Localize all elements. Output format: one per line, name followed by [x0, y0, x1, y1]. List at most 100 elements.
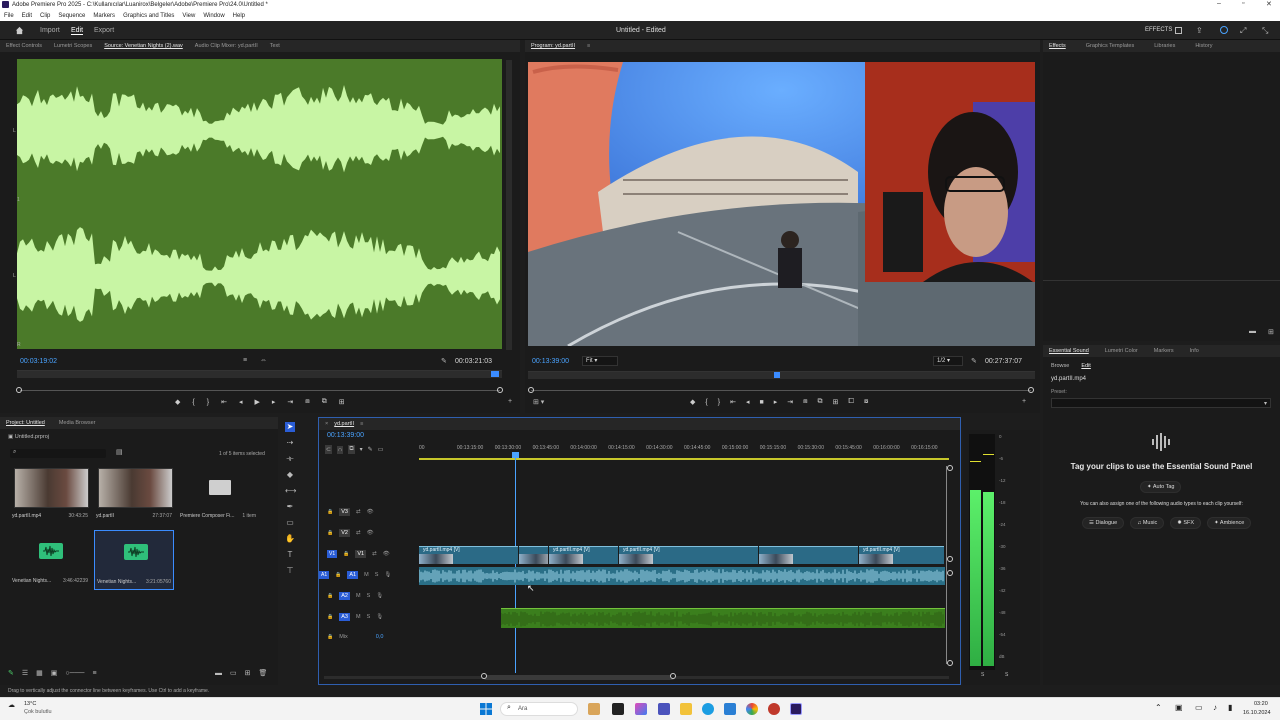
hand-tool-icon[interactable]: ✋ — [285, 534, 295, 544]
menu-help[interactable]: Help — [233, 13, 245, 19]
comparison-view-icon[interactable]: ⧠ — [848, 398, 854, 406]
video-clip[interactable] — [519, 546, 548, 564]
new-item-project-icon[interactable]: ⊞ — [245, 669, 251, 677]
vertical-zoom-audio-handle[interactable] — [947, 570, 953, 576]
maximize-icon[interactable]: ▫ — [1242, 0, 1244, 7]
tab-libraries[interactable]: Libraries — [1154, 43, 1175, 49]
track-visibility-icon[interactable]: 👁 — [367, 530, 374, 536]
export-frame-icon[interactable]: ⊞ — [339, 398, 345, 406]
timeline-ruler[interactable]: 00 00:13:15:00 00:13:30:00 00:13:45:00 00:14… — [419, 445, 949, 459]
track-label[interactable]: A3 — [339, 613, 350, 621]
tab-markers[interactable]: Markers — [1154, 348, 1174, 354]
video-clip[interactable] — [759, 546, 858, 564]
lift-icon[interactable]: ⧈ — [803, 398, 807, 406]
source-playhead[interactable] — [491, 371, 499, 377]
project-item[interactable]: yd.partII 27:37:07 — [94, 465, 174, 525]
menu-file[interactable]: File — [4, 13, 14, 19]
program-timecode[interactable]: 00:13:39:00 — [532, 358, 569, 365]
go-to-in-icon[interactable]: ⇤ — [221, 398, 227, 406]
captions-tool-icon[interactable]: ⊤ — [285, 566, 295, 576]
source-zoom-right-handle[interactable] — [497, 387, 503, 393]
fullscreen-icon[interactable]: ⤡ — [1262, 26, 1268, 36]
sequence-menu-icon[interactable]: ≡ — [360, 421, 363, 427]
program-resolution-dropdown[interactable]: 1/2 ▾ — [933, 356, 963, 366]
go-to-out-icon[interactable]: ⇥ — [287, 398, 293, 406]
horizontal-scroll-thumb[interactable] — [484, 675, 674, 680]
minimize-icon[interactable]: – — [1217, 0, 1221, 7]
program-wrench-icon[interactable]: ✎ — [971, 357, 977, 365]
track-lock-icon[interactable]: 🔒 — [327, 509, 333, 515]
mute-button[interactable]: M — [356, 593, 361, 599]
tab-info[interactable]: Info — [1190, 348, 1199, 354]
program-mark-in-icon[interactable]: { — [705, 399, 707, 406]
program-zoom-bar[interactable] — [531, 390, 1031, 391]
program-go-to-in-icon[interactable]: ⇤ — [730, 398, 736, 406]
track-visibility-icon[interactable]: 👁 — [383, 551, 390, 557]
program-marker-icon[interactable]: ◆ — [690, 398, 695, 406]
copilot-icon[interactable] — [635, 703, 647, 715]
auto-tag-button[interactable]: ✦ Auto Tag — [1140, 481, 1182, 493]
menu-edit[interactable]: Edit — [22, 13, 32, 19]
icon-view-icon[interactable]: ▦ — [36, 669, 43, 677]
selection-tool-icon[interactable]: ➤ — [285, 422, 295, 432]
ripple-edit-tool-icon[interactable]: ⟛ — [285, 454, 295, 464]
ambience-button[interactable]: ✦ Ambience — [1207, 517, 1252, 529]
audio-waveform-display[interactable] — [17, 59, 502, 349]
panel-layout-icon[interactable] — [1175, 27, 1182, 34]
wrench-icon[interactable]: ✎ — [441, 357, 447, 365]
maximize-panel-icon[interactable]: ⤢ — [1240, 26, 1246, 36]
play-icon[interactable]: ▶ — [254, 398, 259, 406]
vertical-zoom-bottom-handle[interactable] — [947, 660, 953, 666]
share-icon[interactable]: ⇪ — [1196, 26, 1203, 35]
source-patch-v1[interactable]: V1 — [327, 550, 338, 558]
tray-chevron-icon[interactable]: ⌃ — [1155, 703, 1162, 712]
home-icon[interactable] — [15, 26, 24, 35]
sync-lock-icon[interactable]: ⇄ — [372, 551, 377, 557]
solo-button[interactable]: S — [367, 593, 371, 599]
file-explorer-icon[interactable] — [680, 703, 692, 715]
video-clip[interactable]: yd.partII.mp4 [V] — [859, 546, 944, 564]
tray-app-icon[interactable]: ▣ — [1175, 703, 1183, 712]
timeline-timecode[interactable]: 00:13:39:00 — [327, 432, 364, 439]
project-search-input[interactable]: ⌕ — [10, 449, 106, 458]
pencil-icon[interactable]: ✎ — [8, 669, 14, 677]
program-video-frame[interactable] — [528, 62, 1035, 346]
menu-view[interactable]: View — [182, 13, 195, 19]
program-mark-out-icon[interactable]: } — [718, 399, 720, 406]
menu-graphics[interactable]: Graphics and Titles — [123, 13, 174, 19]
timeline-settings-icon[interactable]: ✎ — [368, 446, 373, 453]
voice-over-icon[interactable]: 🎙 — [376, 614, 383, 620]
menu-markers[interactable]: Markers — [93, 13, 115, 19]
tab-lumetri-scopes[interactable]: Lumetri Scopes — [54, 43, 92, 49]
menu-sequence[interactable]: Sequence — [58, 13, 85, 19]
program-go-to-out-icon[interactable]: ⇥ — [787, 398, 793, 406]
program-playhead[interactable] — [774, 372, 780, 378]
tab-import[interactable]: Import — [40, 27, 60, 34]
windows-start-icon[interactable] — [480, 703, 492, 715]
volume-icon[interactable]: ♪ — [1213, 703, 1217, 712]
track-lock-icon[interactable]: 🔒 — [327, 530, 333, 536]
a1-audio-clip[interactable] — [419, 567, 945, 585]
tab-export[interactable]: Export — [94, 27, 114, 34]
mark-out-icon[interactable]: } — [207, 399, 209, 406]
effects-workspace-label[interactable]: EFFECTS — [1145, 27, 1172, 33]
voice-over-icon[interactable]: 🎙 — [376, 593, 383, 599]
step-back-icon[interactable]: ◂ — [239, 398, 243, 406]
work-area-bar[interactable] — [419, 458, 949, 460]
source-fit-icon[interactable]: ⇔ — [260, 357, 267, 364]
source-time-ruler[interactable] — [17, 370, 502, 378]
track-lock-icon[interactable]: 🔒 — [335, 572, 341, 578]
preset-dropdown[interactable]: ▾ — [1051, 398, 1271, 408]
pen-tool-icon[interactable]: ✒ — [285, 502, 295, 512]
tab-sequence[interactable]: yd.partII — [334, 421, 354, 427]
track-select-tool-icon[interactable]: ⇢ — [285, 438, 295, 448]
scroll-left-handle[interactable] — [481, 673, 487, 679]
rectangle-tool-icon[interactable]: ▭ — [285, 518, 295, 528]
track-lock-icon[interactable]: 🔒 — [327, 614, 333, 620]
freeform-view-icon[interactable]: ▣ — [51, 669, 58, 677]
track-label[interactable]: V2 — [339, 529, 350, 537]
network-icon[interactable]: ▭ — [1195, 703, 1203, 712]
program-fit-dropdown[interactable]: Fit ▾ — [582, 356, 618, 366]
mix-volume-value[interactable]: 0,0 — [376, 634, 384, 640]
source-settings-icon[interactable]: ≡ — [243, 357, 247, 364]
